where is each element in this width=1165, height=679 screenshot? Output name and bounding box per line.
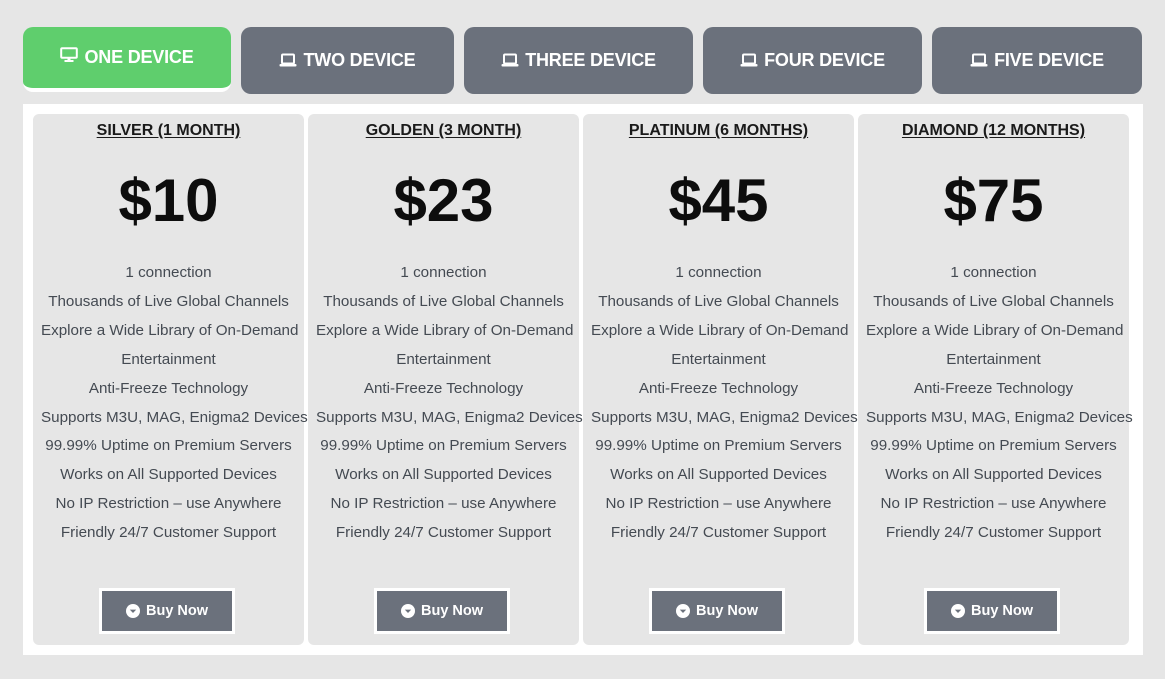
feature-item: Anti-Freeze Technology — [913, 379, 1074, 397]
tab-label: FOUR DEVICE — [764, 50, 885, 70]
feature-item: Friendly 24/7 Customer Support — [335, 524, 552, 542]
laptop-icon — [501, 53, 519, 68]
buy-now-button[interactable]: Buy Now — [924, 588, 1060, 634]
feature-item: Thousands of Live Global Channels — [323, 292, 564, 310]
buy-now-label: Buy Now — [695, 603, 759, 619]
monitor-icon — [60, 47, 79, 63]
plan-card-diamond: DIAMOND (12 MONTHS) $75 1 connection Tho… — [858, 114, 1133, 645]
feature-item: Explore a Wide Library of On-Demand — [316, 321, 574, 339]
feature-item: 99.99% Uptime on Premium Servers — [595, 437, 842, 455]
buy-now-button[interactable]: Buy Now — [649, 588, 785, 634]
tab-four-device[interactable]: FOUR DEVICE — [703, 27, 922, 94]
feature-item: 99.99% Uptime on Premium Servers — [45, 437, 292, 455]
feature-list: 1 connection Thousands of Live Global Ch… — [41, 259, 308, 548]
tab-label: ONE DEVICE — [84, 47, 194, 67]
pricing-panel: SILVER (1 MONTH) $10 1 connection Thousa… — [23, 104, 1143, 655]
buy-now-button[interactable]: Buy Now — [374, 588, 510, 634]
tab-three-device[interactable]: THREE DEVICE — [464, 27, 693, 94]
feature-item: 1 connection — [675, 264, 762, 281]
feature-item: Anti-Freeze Technology — [363, 379, 524, 397]
chevron-down-circle-icon — [950, 604, 965, 618]
feature-item: Works on All Supported Devices — [610, 466, 827, 484]
feature-item: No IP Restriction – use Anywhere — [55, 495, 282, 513]
tab-five-device[interactable]: FIVE DEVICE — [932, 27, 1142, 94]
feature-item: Thousands of Live Global Channels — [873, 292, 1114, 310]
tab-one-device[interactable]: ONE DEVICE — [23, 27, 231, 92]
feature-item: No IP Restriction – use Anywhere — [880, 495, 1107, 513]
laptop-icon — [279, 53, 297, 68]
feature-item: Entertainment — [121, 350, 216, 368]
feature-item: 1 connection — [400, 264, 487, 281]
buy-now-label: Buy Now — [420, 603, 484, 619]
feature-item: Works on All Supported Devices — [885, 466, 1102, 484]
feature-item: Explore a Wide Library of On-Demand — [41, 321, 299, 339]
feature-item: Supports M3U, MAG, Enigma2 Devices — [41, 408, 308, 426]
feature-list: 1 connection Thousands of Live Global Ch… — [866, 259, 1133, 548]
feature-item: Works on All Supported Devices — [335, 466, 552, 484]
feature-item: Thousands of Live Global Channels — [598, 292, 839, 310]
feature-item: Friendly 24/7 Customer Support — [610, 524, 827, 542]
feature-item: 1 connection — [125, 264, 212, 281]
plan-card-platinum: PLATINUM (6 MONTHS) $45 1 connection Tho… — [583, 114, 858, 645]
feature-item: 99.99% Uptime on Premium Servers — [320, 437, 567, 455]
plan-title: DIAMOND (12 MONTHS) — [901, 122, 1086, 139]
plan-price: $75 — [943, 167, 1044, 234]
plan-price: $10 — [118, 167, 219, 234]
plan-card-golden: GOLDEN (3 MONTH) $23 1 connection Thousa… — [308, 114, 583, 645]
buy-now-label: Buy Now — [970, 603, 1034, 619]
plan-title: PLATINUM (6 MONTHS) — [628, 122, 809, 139]
tab-label: THREE DEVICE — [525, 50, 656, 70]
feature-item: Supports M3U, MAG, Enigma2 Devices — [866, 408, 1133, 426]
feature-item: Explore a Wide Library of On-Demand — [591, 321, 849, 339]
feature-item: Friendly 24/7 Customer Support — [885, 524, 1102, 542]
plan-card-silver: SILVER (1 MONTH) $10 1 connection Thousa… — [33, 114, 308, 645]
plan-price: $23 — [393, 167, 494, 234]
chevron-down-circle-icon — [125, 604, 140, 618]
feature-item: No IP Restriction – use Anywhere — [330, 495, 557, 513]
feature-item: Supports M3U, MAG, Enigma2 Devices — [316, 408, 583, 426]
feature-item: Thousands of Live Global Channels — [48, 292, 289, 310]
feature-item: Works on All Supported Devices — [60, 466, 277, 484]
laptop-icon — [740, 53, 758, 68]
feature-item: Anti-Freeze Technology — [88, 379, 249, 397]
tab-two-device[interactable]: TWO DEVICE — [241, 27, 454, 94]
feature-item: Explore a Wide Library of On-Demand — [866, 321, 1124, 339]
device-tabs: ONE DEVICE TWO DEVICE THREE DEVICE FOUR … — [23, 27, 1142, 94]
tab-label: FIVE DEVICE — [994, 50, 1104, 70]
chevron-down-circle-icon — [675, 604, 690, 618]
feature-item: 1 connection — [950, 264, 1037, 281]
tab-label: TWO DEVICE — [303, 50, 416, 70]
chevron-down-circle-icon — [400, 604, 415, 618]
feature-item: Entertainment — [396, 350, 491, 368]
feature-item: Entertainment — [946, 350, 1041, 368]
plan-title: SILVER (1 MONTH) — [96, 122, 241, 139]
feature-item: Anti-Freeze Technology — [638, 379, 799, 397]
feature-item: No IP Restriction – use Anywhere — [605, 495, 832, 513]
feature-item: Supports M3U, MAG, Enigma2 Devices — [591, 408, 858, 426]
feature-list: 1 connection Thousands of Live Global Ch… — [316, 259, 583, 548]
feature-item: 99.99% Uptime on Premium Servers — [870, 437, 1117, 455]
buy-now-button[interactable]: Buy Now — [99, 588, 235, 634]
feature-item: Entertainment — [671, 350, 766, 368]
plan-title: GOLDEN (3 MONTH) — [365, 122, 522, 139]
feature-item: Friendly 24/7 Customer Support — [60, 524, 277, 542]
buy-now-label: Buy Now — [145, 603, 209, 619]
laptop-icon — [970, 53, 988, 68]
plan-price: $45 — [668, 167, 769, 234]
feature-list: 1 connection Thousands of Live Global Ch… — [591, 259, 858, 548]
